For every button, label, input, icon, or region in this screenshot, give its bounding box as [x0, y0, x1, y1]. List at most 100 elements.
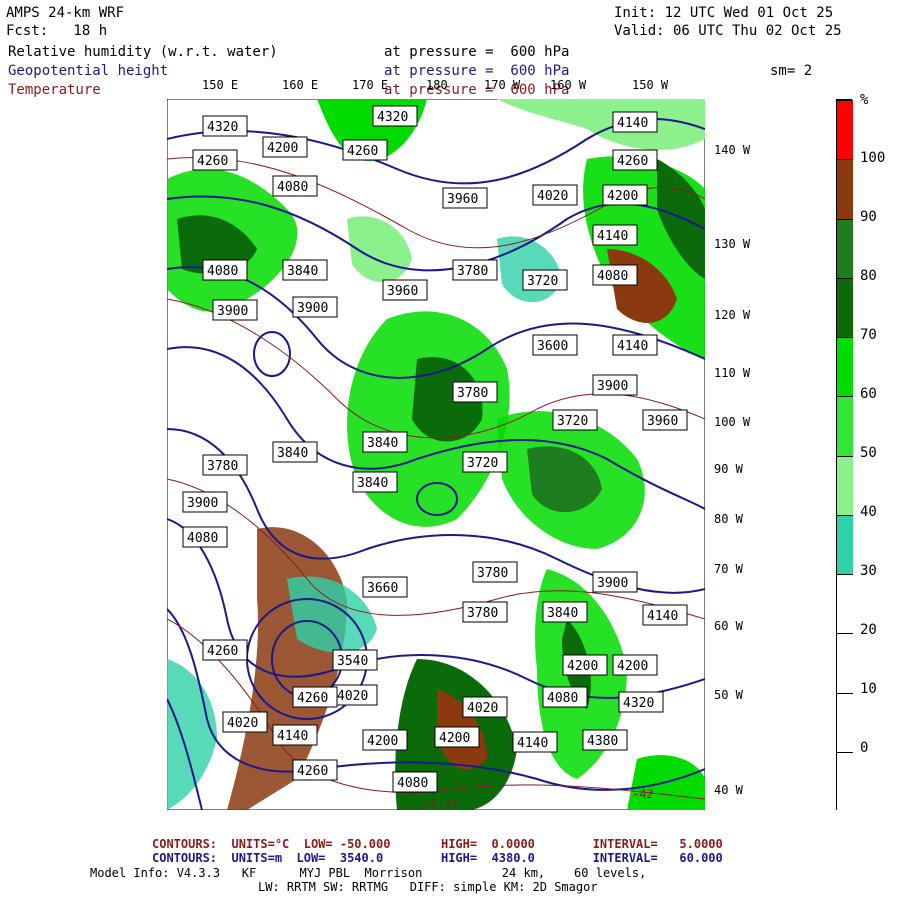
colorbar-label: 20 [860, 622, 877, 638]
colorbar-segment [837, 633, 853, 693]
colorbar-label: 100 [860, 150, 886, 166]
height-label: 3780 [457, 264, 488, 279]
height-label: 4080 [207, 264, 238, 279]
height-label: 3900 [597, 379, 628, 394]
height-label: 4200 [367, 734, 398, 749]
smoothing-label: sm= 2 [770, 63, 813, 79]
lat-label: 60 W [714, 619, 743, 633]
model-title: AMPS 24-km WRF [6, 5, 125, 21]
height-label: 4020 [227, 716, 258, 731]
height-label: 4260 [347, 144, 378, 159]
height-label: 4200 [439, 731, 470, 746]
temp-label: -42 [632, 787, 654, 801]
layer-rh-name: Relative humidity (w.r.t. water) [8, 44, 278, 60]
height-label: 4380 [587, 734, 618, 749]
height-label: 4260 [297, 764, 328, 779]
height-label: 4260 [297, 691, 328, 706]
lat-label: 40 W [714, 783, 743, 797]
lat-label: 90 W [714, 462, 743, 476]
height-label: 4080 [597, 269, 628, 284]
height-label: 4020 [467, 701, 498, 716]
height-label: 3960 [447, 192, 478, 207]
colorbar-label: 0 [860, 740, 869, 756]
layer-rh-level: at pressure = 600 hPa [384, 44, 570, 60]
height-label: 4260 [207, 644, 238, 659]
colorbar-label: 70 [860, 327, 877, 343]
height-label: 4140 [647, 609, 678, 624]
height-label: 3840 [547, 606, 578, 621]
model-info: Model Info: V4.3.3 KF MYJ PBL Morrison 2… [90, 866, 647, 880]
init-time: Init: 12 UTC Wed 01 Oct 25 [614, 5, 834, 21]
height-label: 4200 [607, 189, 638, 204]
height-label: 4320 [207, 120, 238, 135]
height-label: 4080 [397, 776, 428, 791]
colorbar-segment [837, 218, 853, 278]
height-label: 3900 [597, 576, 628, 591]
height-label: 3840 [357, 476, 388, 491]
layer-temp-level: at pressure = 600 hPa [384, 82, 570, 98]
layer-height-name: Geopotential height [8, 63, 169, 79]
height-label: 3960 [387, 284, 418, 299]
colorbar-segment [837, 100, 853, 160]
height-label: 4140 [597, 229, 628, 244]
height-label: 4200 [567, 659, 598, 674]
height-label: 3840 [367, 436, 398, 451]
colorbar-segment [837, 396, 853, 456]
height-label: 4020 [337, 689, 368, 704]
height-label: 3660 [367, 581, 398, 596]
lon-label: 170 E [352, 78, 389, 92]
height-label: 3900 [187, 496, 218, 511]
physics-info: LW: RRTM SW: RRTMG DIFF: simple KM: 2D S… [258, 880, 598, 894]
layer-temp-name: Temperature [8, 82, 101, 98]
height-label: 4200 [617, 659, 648, 674]
colorbar-segment [837, 514, 853, 574]
colorbar-label: 50 [860, 445, 877, 461]
height-label: 4140 [517, 736, 548, 751]
colorbar-segment [837, 455, 853, 515]
lat-label: 70 W [714, 562, 743, 576]
height-label: 3840 [287, 264, 318, 279]
height-label: 3780 [467, 606, 498, 621]
lat-label: 110 W [714, 366, 751, 380]
height-label: 4140 [277, 729, 308, 744]
lon-label: 160 E [282, 78, 319, 92]
height-label: 4260 [197, 154, 228, 169]
colorbar-segment [837, 574, 853, 634]
lat-label: 100 W [714, 415, 751, 429]
height-label: 3900 [297, 301, 328, 316]
height-contour-info: CONTOURS: UNITS=m LOW= 3540.0 HIGH= 4380… [152, 851, 723, 865]
height-label: 3780 [457, 386, 488, 401]
colorbar-segment [837, 751, 853, 811]
colorbar-label: 60 [860, 386, 877, 402]
colorbar [836, 99, 853, 811]
lon-label: 150 E [202, 78, 239, 92]
height-label: 3960 [647, 414, 678, 429]
colorbar-label: 30 [860, 563, 877, 579]
height-label: 3840 [277, 446, 308, 461]
height-label: 4020 [537, 189, 568, 204]
height-label: 4200 [267, 141, 298, 156]
height-label: 3540 [337, 654, 368, 669]
height-label: 4080 [547, 691, 578, 706]
weather-map: 4320 4320 4140 4260 4200 4260 4080 3960 … [167, 99, 705, 810]
lat-label: 80 W [714, 512, 743, 526]
colorbar-unit: % [860, 92, 869, 108]
height-label: 3720 [557, 414, 588, 429]
colorbar-segment [837, 159, 853, 219]
colorbar-segment [837, 277, 853, 337]
lon-label: 160 W [550, 78, 587, 92]
height-label: 4080 [277, 180, 308, 195]
layer-height-level: at pressure = 600 hPa [384, 63, 570, 79]
lon-label: 150 W [632, 78, 669, 92]
height-label: 4320 [623, 696, 654, 711]
lat-label: 130 W [714, 237, 751, 251]
height-label: 3900 [217, 304, 248, 319]
height-label: 4140 [617, 339, 648, 354]
forecast-hour: Fcst: 18 h [6, 23, 108, 39]
height-label: 3720 [527, 274, 558, 289]
height-label: 3720 [467, 456, 498, 471]
height-label: 3600 [537, 339, 568, 354]
valid-time: Valid: 06 UTC Thu 02 Oct 25 [614, 23, 842, 39]
colorbar-label: 90 [860, 209, 877, 225]
lon-label: 170 W [484, 78, 521, 92]
